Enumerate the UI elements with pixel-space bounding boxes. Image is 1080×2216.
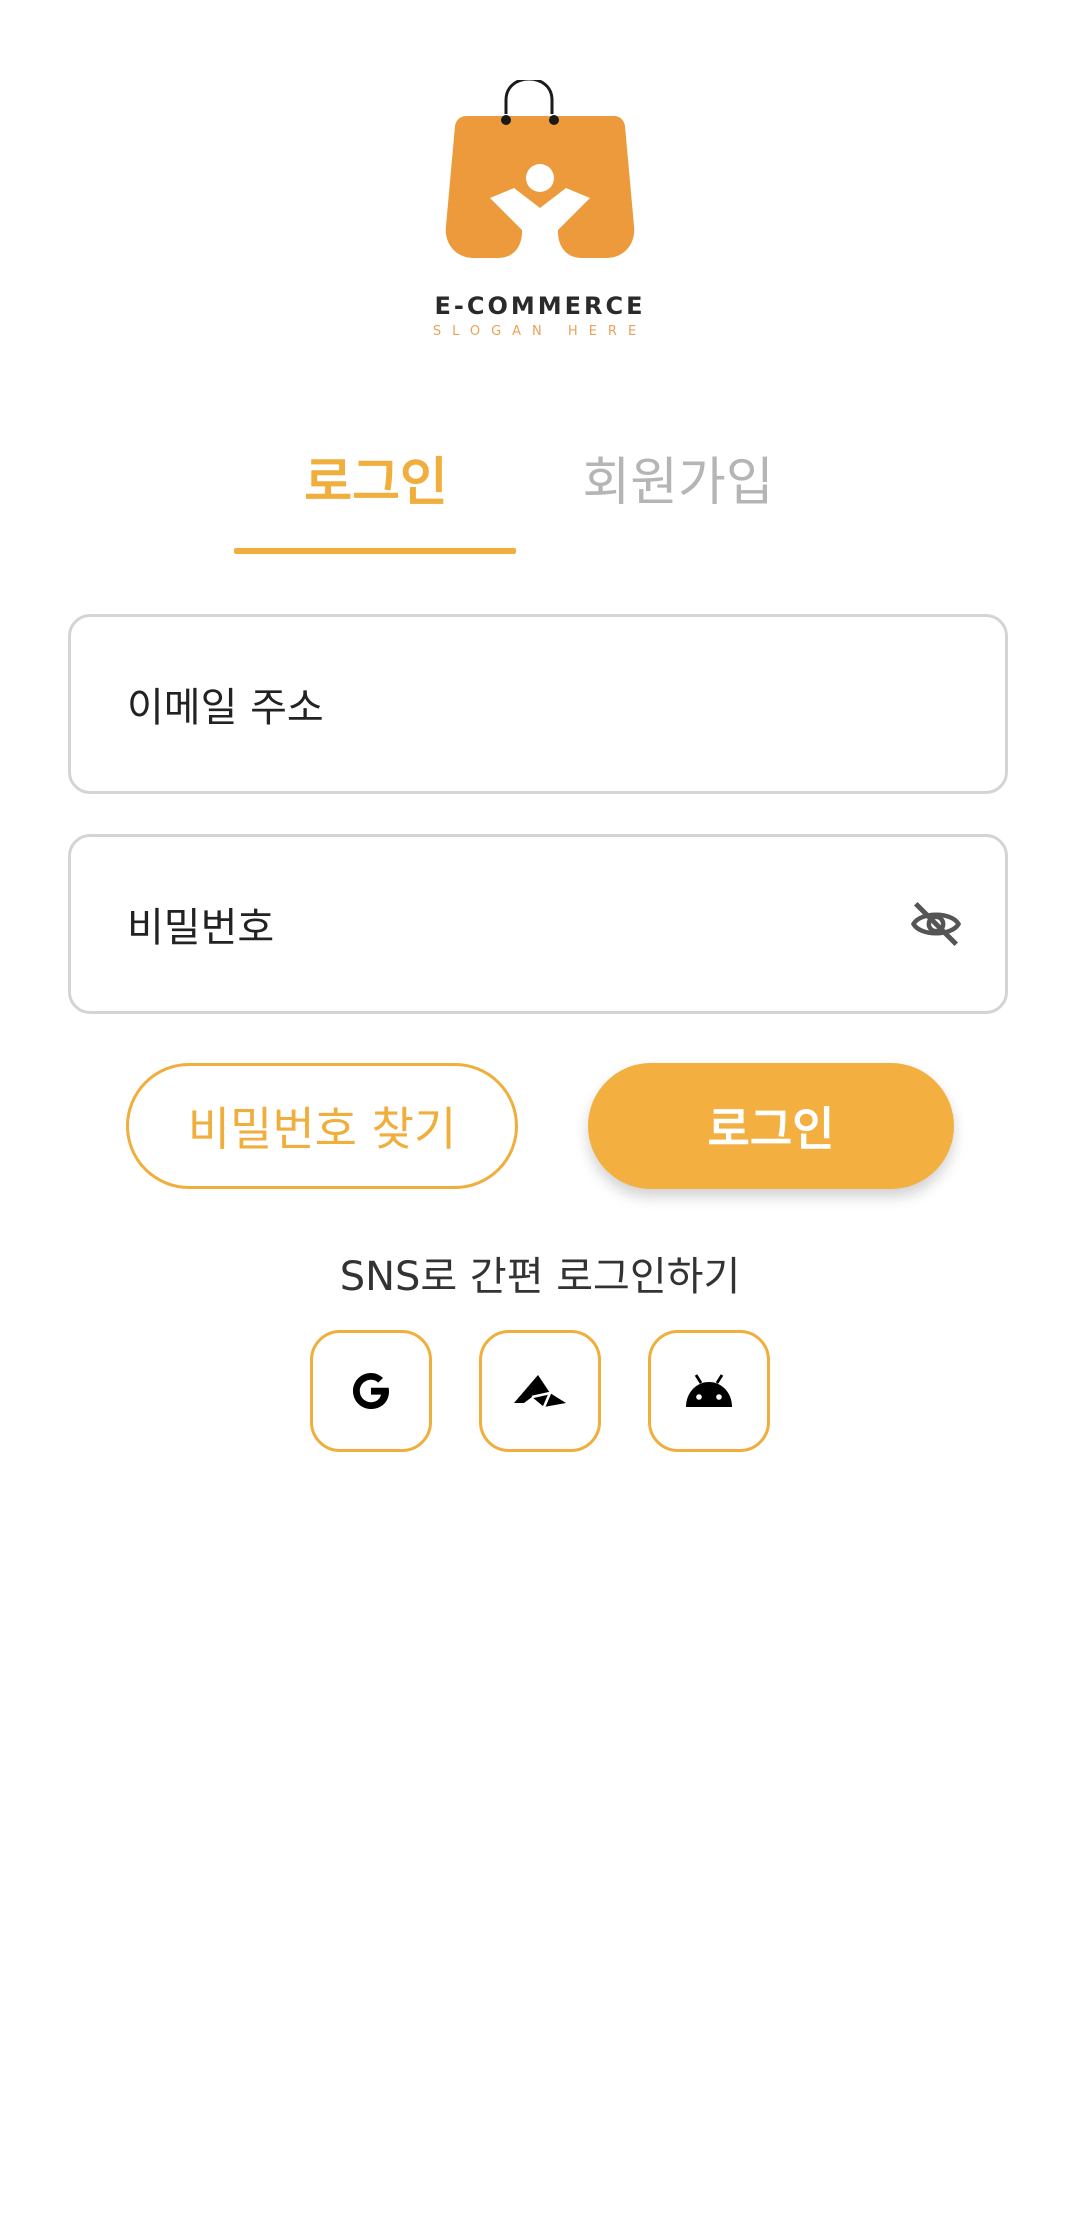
password-placeholder: 비밀번호: [127, 905, 275, 951]
password-field[interactable]: 비밀번호: [68, 834, 1008, 1014]
tab-login[interactable]: 로그인: [236, 448, 516, 518]
login-button[interactable]: 로그인: [588, 1063, 954, 1189]
email-placeholder: 이메일 주소: [127, 685, 324, 731]
paper-plane-login-button[interactable]: [479, 1330, 601, 1452]
google-icon: [353, 1373, 389, 1409]
brand-slogan: SLOGAN HERE: [432, 324, 648, 339]
shopping-bag-icon: [445, 80, 635, 258]
eye-off-icon[interactable]: [907, 895, 965, 953]
paper-plane-icon: [514, 1375, 566, 1408]
active-tab-indicator: [234, 548, 516, 554]
find-password-button[interactable]: 비밀번호 찾기: [126, 1063, 518, 1189]
tab-signup[interactable]: 회원가입: [538, 448, 818, 518]
android-login-button[interactable]: [648, 1330, 770, 1452]
sns-login-title: SNS로 간편 로그인하기: [339, 1254, 741, 1300]
google-login-button[interactable]: [310, 1330, 432, 1452]
android-icon: [686, 1374, 732, 1407]
brand-name: E-COMMERCE: [434, 292, 646, 320]
email-field[interactable]: 이메일 주소: [68, 614, 1008, 794]
